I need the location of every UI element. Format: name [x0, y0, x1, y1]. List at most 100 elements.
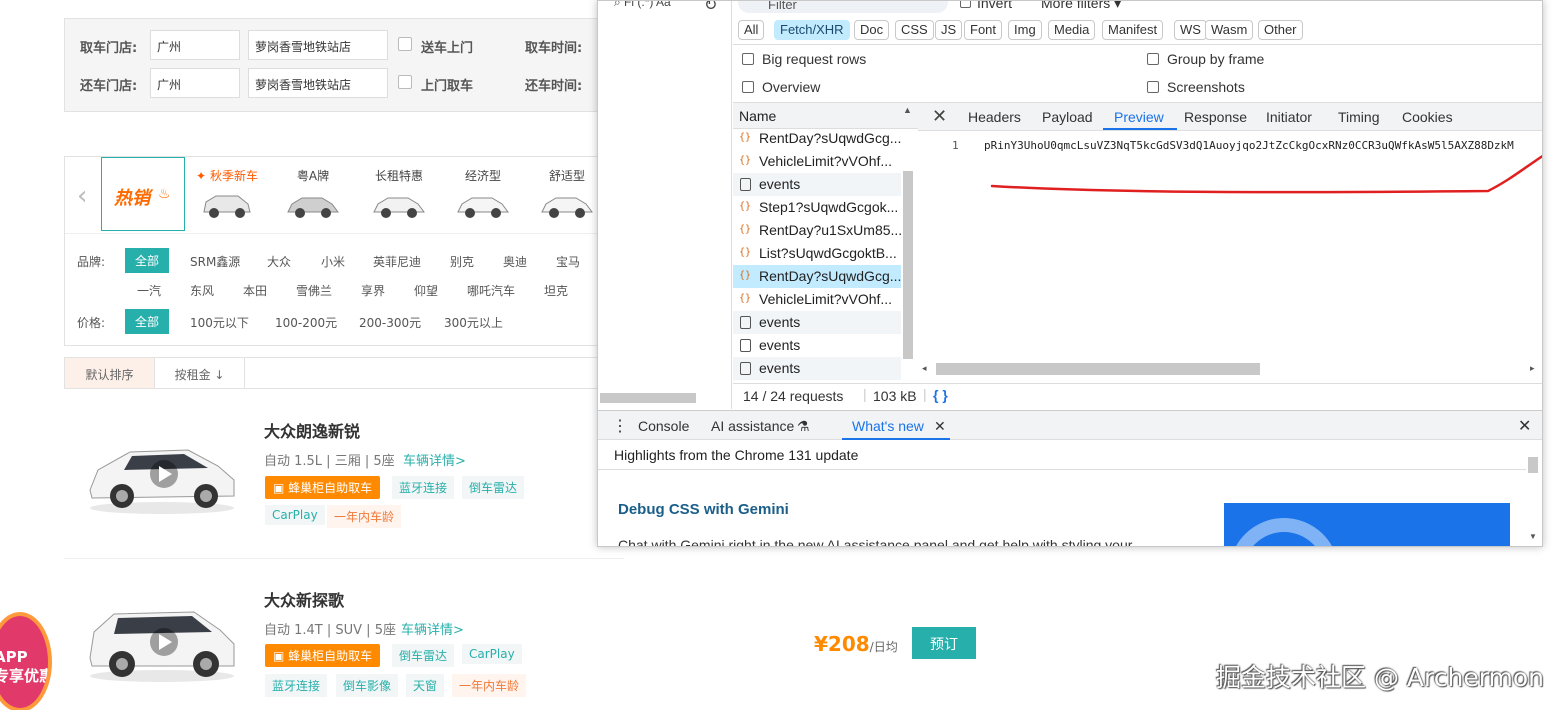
request-row[interactable]: events	[733, 357, 901, 380]
tab-response[interactable]: Response	[1184, 109, 1247, 125]
price-option[interactable]: 100-200元	[275, 314, 337, 331]
brand-option[interactable]: 英菲尼迪	[373, 253, 421, 270]
brand-option[interactable]: 仰望	[414, 282, 438, 299]
horizontal-scrollbar[interactable]	[936, 363, 1260, 375]
brand-option[interactable]: 大众	[267, 253, 291, 270]
gemini-feature-title[interactable]: Debug CSS with Gemini	[618, 501, 789, 518]
tab-console[interactable]: Console	[638, 418, 689, 434]
brand-option[interactable]: 一汽	[137, 282, 161, 299]
braces-icon[interactable]: { }	[933, 387, 948, 403]
brand-option[interactable]: 哪吒汽车	[467, 282, 515, 299]
type-filter-wasm[interactable]: Wasm	[1205, 20, 1254, 40]
brand-option[interactable]: SRM鑫源	[190, 253, 240, 270]
type-filter-all[interactable]: All	[738, 20, 765, 40]
app-promo-badge[interactable]: APP 专享优惠	[0, 612, 52, 710]
request-row[interactable]: {} RentDay?u1SxUm85...	[733, 219, 901, 242]
tab-economy[interactable]: 经济型	[443, 157, 523, 231]
type-filter-other[interactable]: Other	[1258, 20, 1303, 40]
return-city-input[interactable]: 广州	[150, 68, 240, 98]
brand-option[interactable]: 别克	[450, 253, 474, 270]
overview-option[interactable]: Overview	[742, 79, 820, 95]
scroll-right-icon[interactable]: ▸	[1530, 363, 1535, 374]
tab-payload[interactable]: Payload	[1042, 109, 1093, 125]
price-option[interactable]: 300元以上	[444, 314, 503, 331]
request-row[interactable]: events	[733, 334, 901, 357]
type-filter-media[interactable]: Media	[1048, 20, 1096, 40]
type-filter-img[interactable]: Img	[1008, 20, 1042, 40]
scroll-left-icon[interactable]: ◂	[922, 363, 927, 374]
price-all[interactable]: 全部	[125, 309, 170, 334]
brand-option[interactable]: 本田	[243, 282, 267, 299]
checkbox[interactable]	[742, 53, 754, 65]
door-pickup-checkbox[interactable]	[398, 75, 412, 89]
scroll-down-icon[interactable]: ▼	[1529, 532, 1537, 541]
request-row[interactable]: {} List?sUqwdGcgoktB...	[733, 242, 901, 265]
sort-default-button[interactable]: 默认排序	[65, 358, 155, 388]
request-row[interactable]: events	[733, 173, 901, 196]
checkbox[interactable]	[1147, 53, 1159, 65]
request-row[interactable]: {} VehicleLimit?vVOhf...	[733, 288, 901, 311]
invert-option[interactable]: Invert	[960, 1, 1012, 11]
pickup-city-input[interactable]: 广州	[150, 30, 240, 60]
filter-input[interactable]: Filter	[738, 1, 948, 13]
delivery-checkbox[interactable]	[398, 37, 412, 51]
book-button[interactable]: 预订	[912, 627, 976, 659]
request-row-selected[interactable]: {} RentDay?sUqwdGcg...	[733, 265, 901, 288]
pickup-station-input[interactable]: 萝岗香雪地铁站店	[248, 30, 388, 60]
screenshots-option[interactable]: Screenshots	[1147, 79, 1245, 95]
brand-option[interactable]: 小米	[321, 253, 345, 270]
type-filter-css[interactable]: CSS	[895, 20, 934, 40]
tab-hot[interactable]: 热销 ♨	[101, 157, 185, 231]
tab-initiator[interactable]: Initiator	[1266, 109, 1312, 125]
type-filter-fetch-xhr[interactable]: Fetch/XHR	[774, 20, 850, 40]
brand-option[interactable]: 东风	[190, 282, 214, 299]
price-option[interactable]: 200-300元	[359, 314, 421, 331]
more-menu-icon[interactable]: ⋮	[612, 416, 628, 436]
scrollbar[interactable]	[1528, 457, 1538, 473]
refresh-icon[interactable]: ↻	[704, 1, 717, 15]
name-column-header[interactable]: Name ▲	[733, 103, 918, 129]
more-filters-button[interactable]: More filters ▾	[1041, 1, 1121, 12]
brand-all[interactable]: 全部	[125, 248, 170, 273]
search-icon[interactable]: ⌕ Fi (.*) Aa	[614, 1, 671, 10]
type-filter-manifest[interactable]: Manifest	[1102, 20, 1164, 40]
brand-option[interactable]: 雪佛兰	[296, 282, 332, 299]
car-photo[interactable]	[84, 428, 240, 518]
request-row[interactable]: {} VehicleLimit?vVOhf...	[733, 150, 901, 173]
type-filter-ws[interactable]: WS	[1174, 20, 1207, 40]
close-icon[interactable]: ✕	[932, 106, 947, 127]
request-row[interactable]: {} Step1?sUqwdGcgok...	[733, 196, 901, 219]
scrollbar[interactable]	[903, 171, 913, 359]
return-station-input[interactable]: 萝岗香雪地铁站店	[248, 68, 388, 98]
close-drawer-icon[interactable]: ✕	[1518, 416, 1531, 436]
sort-by-rent-button[interactable]: 按租金 ↓	[155, 358, 245, 388]
brand-option[interactable]: 坦克	[544, 282, 568, 299]
checkbox[interactable]	[742, 81, 754, 93]
type-filter-doc[interactable]: Doc	[854, 20, 890, 40]
tab-comfort[interactable]: 舒适型	[527, 157, 607, 231]
type-filter-font[interactable]: Font	[964, 20, 1003, 40]
tab-ai-assistance[interactable]: AI assistance	[711, 418, 794, 434]
tab-long-rent[interactable]: 长租特惠	[359, 157, 439, 231]
car-photo[interactable]	[84, 596, 240, 686]
tab-headers[interactable]: Headers	[968, 109, 1021, 125]
tab-timing[interactable]: Timing	[1338, 109, 1380, 125]
price-option[interactable]: 100元以下	[190, 314, 249, 331]
tab-whats-new[interactable]: What's new	[852, 418, 924, 434]
brand-option[interactable]: 享界	[361, 282, 385, 299]
tab-autumn-new[interactable]: ✦ 秋季新车	[187, 157, 267, 231]
sort-up-icon[interactable]: ▲	[903, 105, 912, 115]
chevron-left-icon[interactable]: ‹	[77, 181, 87, 211]
group-by-frame-option[interactable]: Group by frame	[1147, 51, 1264, 67]
tab-preview[interactable]: Preview	[1114, 109, 1164, 125]
invert-checkbox[interactable]	[960, 1, 971, 8]
request-row[interactable]: events	[733, 311, 901, 334]
tab-cookies[interactable]: Cookies	[1402, 109, 1453, 125]
close-tab-icon[interactable]: ✕	[934, 418, 946, 435]
car-name[interactable]: 大众朗逸新锐	[264, 418, 360, 442]
checkbox[interactable]	[1147, 81, 1159, 93]
tab-yue-a[interactable]: 粤A牌	[273, 157, 353, 231]
brand-option[interactable]: 奥迪	[503, 253, 527, 270]
big-rows-option[interactable]: Big request rows	[742, 51, 866, 67]
request-row[interactable]: {} RentDay?sUqwdGcg...	[733, 127, 901, 150]
